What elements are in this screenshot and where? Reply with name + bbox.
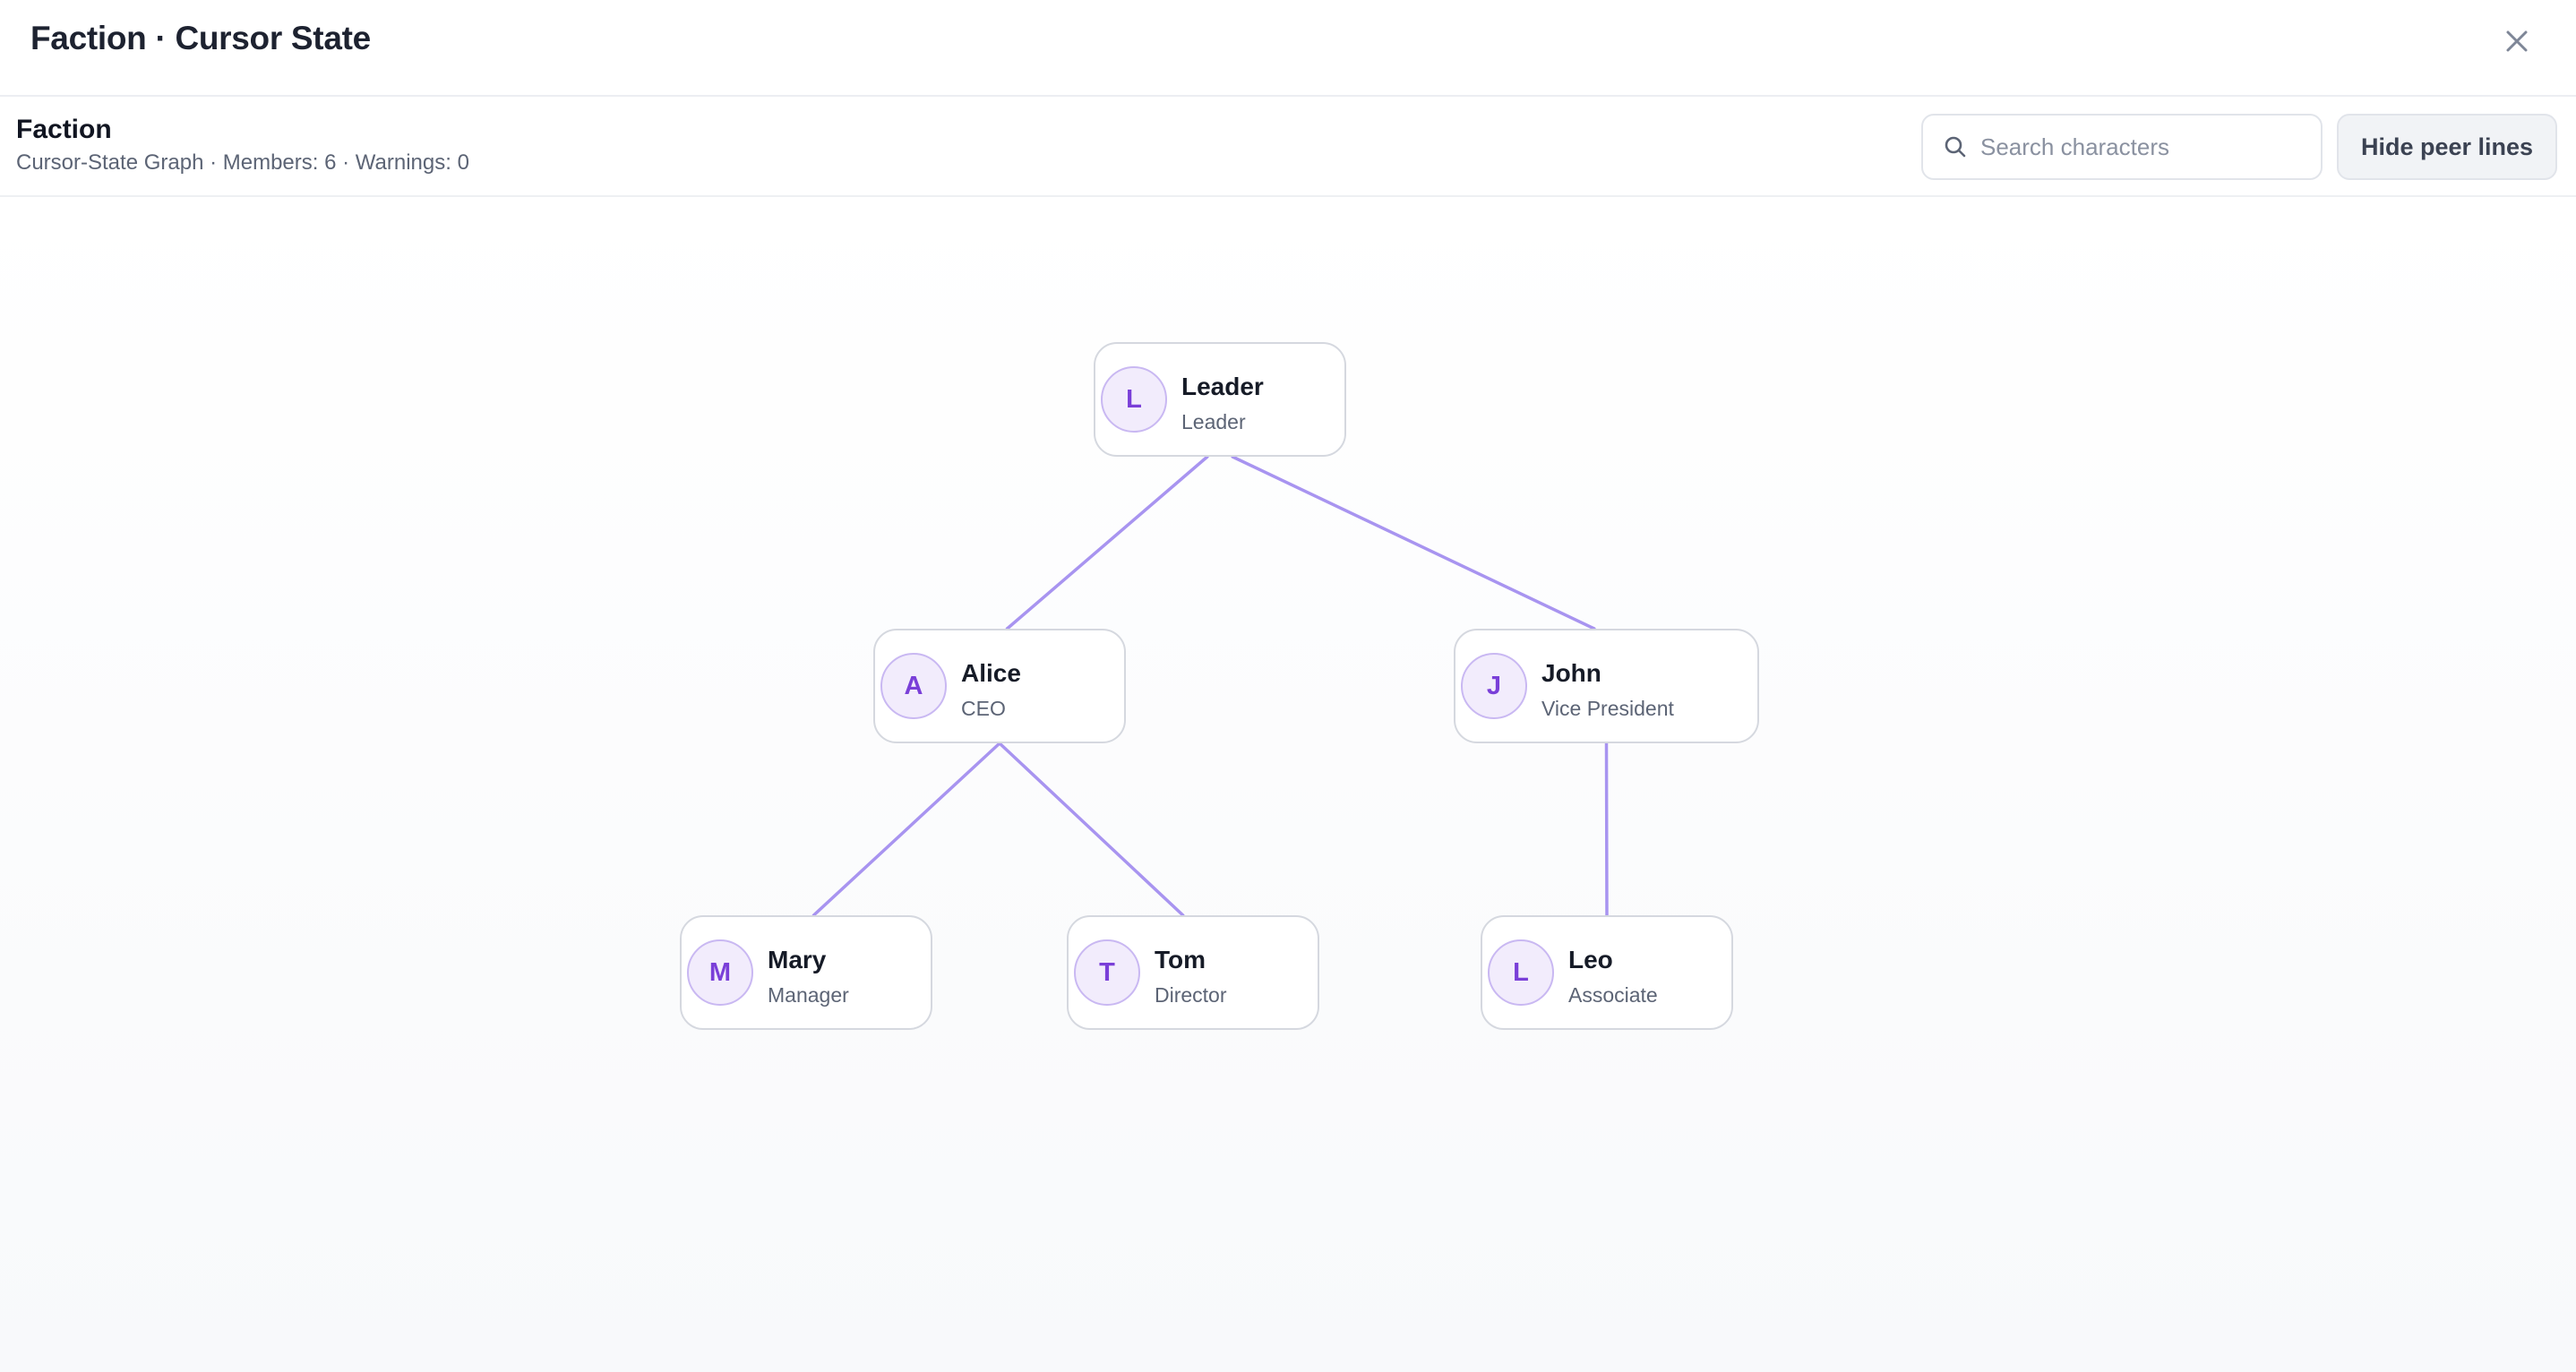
- avatar: L: [1488, 939, 1554, 1006]
- search-input[interactable]: [1979, 132, 2305, 162]
- search-box[interactable]: [1921, 114, 2323, 180]
- node-role: CEO: [961, 697, 1006, 720]
- hide-peer-lines-button[interactable]: Hide peer lines: [2337, 114, 2557, 180]
- node-name: John: [1541, 659, 1601, 687]
- node-role: Manager: [768, 983, 849, 1007]
- node-leader[interactable]: L Leader Leader: [1094, 342, 1346, 457]
- avatar: M: [687, 939, 753, 1006]
- node-role: Director: [1155, 983, 1227, 1007]
- faction-name: Faction: [16, 115, 112, 144]
- graph-canvas[interactable]: L Leader Leader A Alice CEO J John Vice …: [0, 197, 2576, 1372]
- node-name: Leo: [1568, 946, 1613, 973]
- faction-meta: Cursor-State Graph · Members: 6 · Warnin…: [16, 150, 469, 175]
- faction-toolbar: Faction Cursor-State Graph · Members: 6 …: [0, 97, 2576, 197]
- node-role: Vice President: [1541, 697, 1674, 720]
- node-mary[interactable]: M Mary Manager: [680, 915, 932, 1030]
- node-alice[interactable]: A Alice CEO: [873, 629, 1126, 743]
- node-john[interactable]: J John Vice President: [1454, 629, 1759, 743]
- close-button[interactable]: [2499, 23, 2535, 59]
- edge-leader-alice: [1005, 455, 1209, 630]
- avatar: J: [1461, 653, 1527, 719]
- avatar: L: [1101, 366, 1167, 433]
- avatar: A: [880, 653, 947, 719]
- node-name: Tom: [1155, 946, 1206, 973]
- edge-alice-tom: [998, 742, 1185, 917]
- edge-leader-john: [1231, 455, 1596, 630]
- avatar: T: [1074, 939, 1140, 1006]
- node-role: Leader: [1181, 410, 1246, 433]
- node-tom[interactable]: T Tom Director: [1067, 915, 1319, 1030]
- node-name: Mary: [768, 946, 827, 973]
- edge-john-leo: [1604, 742, 1609, 917]
- node-role: Associate: [1568, 983, 1658, 1007]
- node-leo[interactable]: L Leo Associate: [1481, 915, 1733, 1030]
- dialog-header: Faction · Cursor State: [0, 0, 2576, 97]
- search-icon: [1943, 134, 1968, 159]
- edge-alice-mary: [811, 742, 1001, 917]
- close-icon: [2506, 30, 2528, 52]
- node-name: Alice: [961, 659, 1021, 687]
- node-name: Leader: [1181, 373, 1264, 400]
- dialog-title: Faction · Cursor State: [30, 20, 371, 56]
